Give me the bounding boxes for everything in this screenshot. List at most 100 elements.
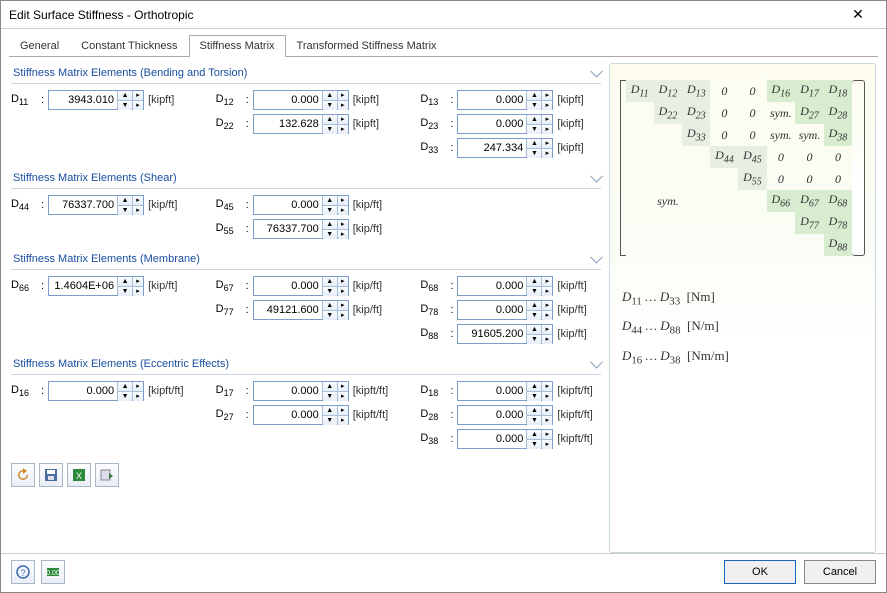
- dialog-window: Edit Surface Stiffness - Orthotropic ✕ G…: [0, 0, 887, 593]
- label-d88: D88: [420, 327, 448, 341]
- label-d77: D77: [216, 303, 244, 317]
- unit: [kipft]: [353, 118, 379, 130]
- unit: [kipft/ft]: [557, 433, 592, 445]
- group-membrane: Stiffness Matrix Elements (Membrane) D66…: [11, 249, 601, 348]
- input-d17[interactable]: ▲▼▸▸: [253, 381, 349, 401]
- cell-d13: D13: ▲▼▸▸ [kipft]: [420, 90, 601, 110]
- group-paren: (Shear): [140, 172, 177, 184]
- units-icon[interactable]: 0.00: [41, 560, 65, 584]
- input-d55[interactable]: ▲▼▸▸: [253, 219, 349, 239]
- unit: [kipft]: [148, 94, 174, 106]
- unit: [kip/ft]: [557, 280, 586, 292]
- unit: [kipft]: [353, 94, 379, 106]
- label-d11: D11: [11, 93, 39, 107]
- cancel-button[interactable]: Cancel: [804, 560, 876, 584]
- cell-d66: D66: ▲▼▸▸ [kip/ft]: [11, 276, 192, 296]
- input-d33[interactable]: ▲▼▸▸: [457, 138, 553, 158]
- group-eccentric: Stiffness Matrix Elements (Eccentric Eff…: [11, 354, 601, 453]
- unit: [kipft]: [557, 142, 583, 154]
- tab-strip: General Constant Thickness Stiffness Mat…: [9, 35, 878, 57]
- cell-d55: D55: ▲▼▸▸ [kip/ft]: [216, 219, 397, 239]
- unit: [kip/ft]: [353, 223, 382, 235]
- input-d18[interactable]: ▲▼▸▸: [457, 381, 553, 401]
- group-eccentric-title: Stiffness Matrix Elements (Eccentric Eff…: [11, 354, 601, 375]
- unit: [kip/ft]: [353, 304, 382, 316]
- matrix-preview-panel: D11D12D1300D16D17D18 D22D2300sym.D27D28 …: [609, 63, 876, 553]
- label-d68: D68: [420, 279, 448, 293]
- cell-d22: D22: ▲▼▸▸ [kipft]: [216, 114, 397, 134]
- tab-general[interactable]: General: [9, 35, 70, 57]
- group-title-text: Stiffness Matrix Elements: [13, 358, 137, 370]
- cell-d45: D45: ▲▼▸▸ [kip/ft]: [216, 195, 397, 215]
- label-d27: D27: [216, 408, 244, 422]
- tab-constant-thickness[interactable]: Constant Thickness: [70, 35, 188, 57]
- input-d88[interactable]: ▲▼▸▸: [457, 324, 553, 344]
- cell-d38: D38: ▲▼▸▸ [kipft/ft]: [420, 429, 601, 449]
- input-d38[interactable]: ▲▼▸▸: [457, 429, 553, 449]
- label-d22: D22: [216, 117, 244, 131]
- help-icon[interactable]: ?: [11, 560, 35, 584]
- label-d12: D12: [216, 93, 244, 107]
- save-icon[interactable]: [39, 463, 63, 487]
- cell-d67: D67: ▲▼▸▸ [kip/ft]: [216, 276, 397, 296]
- unit: [kipft/ft]: [557, 385, 592, 397]
- group-title-text: Stiffness Matrix Elements: [13, 253, 137, 265]
- reset-icon[interactable]: [11, 463, 35, 487]
- label-d38: D38: [420, 432, 448, 446]
- ok-button[interactable]: OK: [724, 560, 796, 584]
- input-d44[interactable]: ▲▼▸▸: [48, 195, 144, 215]
- label-d18: D18: [420, 384, 448, 398]
- label-d45: D45: [216, 198, 244, 212]
- label-d78: D78: [420, 303, 448, 317]
- cell-d16: D16: ▲▼▸▸ [kipft/ft]: [11, 381, 192, 401]
- input-d11[interactable]: ▲▼▸▸: [48, 90, 144, 110]
- cell-d33: D33: ▲▼▸▸ [kipft]: [420, 138, 601, 158]
- input-d66[interactable]: ▲▼▸▸: [48, 276, 144, 296]
- svg-text:0.00: 0.00: [46, 570, 60, 577]
- input-d13[interactable]: ▲▼▸▸: [457, 90, 553, 110]
- label-d66: D66: [11, 279, 39, 293]
- label-d28: D28: [420, 408, 448, 422]
- unit: [kipft/ft]: [148, 385, 183, 397]
- unit: [kipft/ft]: [353, 409, 388, 421]
- svg-text:?: ?: [20, 568, 25, 578]
- legend: D11 … D33 [Nm] D44 … D88 [N/m] D16 … D38…: [622, 284, 863, 372]
- input-d68[interactable]: ▲▼▸▸: [457, 276, 553, 296]
- input-d12[interactable]: ▲▼▸▸: [253, 90, 349, 110]
- tab-stiffness-matrix[interactable]: Stiffness Matrix: [189, 35, 286, 57]
- input-d27[interactable]: ▲▼▸▸: [253, 405, 349, 425]
- group-title-text: Stiffness Matrix Elements: [13, 172, 137, 184]
- input-d16[interactable]: ▲▼▸▸: [48, 381, 144, 401]
- import-icon[interactable]: [95, 463, 119, 487]
- unit: [kip/ft]: [557, 328, 586, 340]
- svg-text:X: X: [76, 471, 82, 481]
- unit: [kip/ft]: [148, 199, 177, 211]
- label-d55: D55: [216, 222, 244, 236]
- unit: [kip/ft]: [353, 199, 382, 211]
- input-d77[interactable]: ▲▼▸▸: [253, 300, 349, 320]
- group-bending-title: Stiffness Matrix Elements (Bending and T…: [11, 63, 601, 84]
- group-membrane-title: Stiffness Matrix Elements (Membrane): [11, 249, 601, 270]
- input-d45[interactable]: ▲▼▸▸: [253, 195, 349, 215]
- unit: [kip/ft]: [557, 304, 586, 316]
- unit: [kipft/ft]: [353, 385, 388, 397]
- unit: [kip/ft]: [353, 280, 382, 292]
- close-icon[interactable]: ✕: [838, 1, 878, 28]
- input-d23[interactable]: ▲▼▸▸: [457, 114, 553, 134]
- label-d17: D17: [216, 384, 244, 398]
- unit: [kipft]: [557, 118, 583, 130]
- cell-d77: D77: ▲▼▸▸ [kip/ft]: [216, 300, 397, 320]
- cell-d12: D12: ▲▼▸▸ [kipft]: [216, 90, 397, 110]
- excel-export-icon[interactable]: X: [67, 463, 91, 487]
- input-d22[interactable]: ▲▼▸▸: [253, 114, 349, 134]
- input-d78[interactable]: ▲▼▸▸: [457, 300, 553, 320]
- cell-d17: D17: ▲▼▸▸ [kipft/ft]: [216, 381, 397, 401]
- group-shear: Stiffness Matrix Elements (Shear) D44: ▲…: [11, 168, 601, 243]
- cell-d18: D18: ▲▼▸▸ [kipft/ft]: [420, 381, 601, 401]
- left-toolbar: X: [11, 459, 601, 495]
- input-d67[interactable]: ▲▼▸▸: [253, 276, 349, 296]
- label-d67: D67: [216, 279, 244, 293]
- input-d28[interactable]: ▲▼▸▸: [457, 405, 553, 425]
- cell-d27: D27: ▲▼▸▸ [kipft/ft]: [216, 405, 397, 425]
- tab-transformed-stiffness-matrix[interactable]: Transformed Stiffness Matrix: [286, 35, 448, 57]
